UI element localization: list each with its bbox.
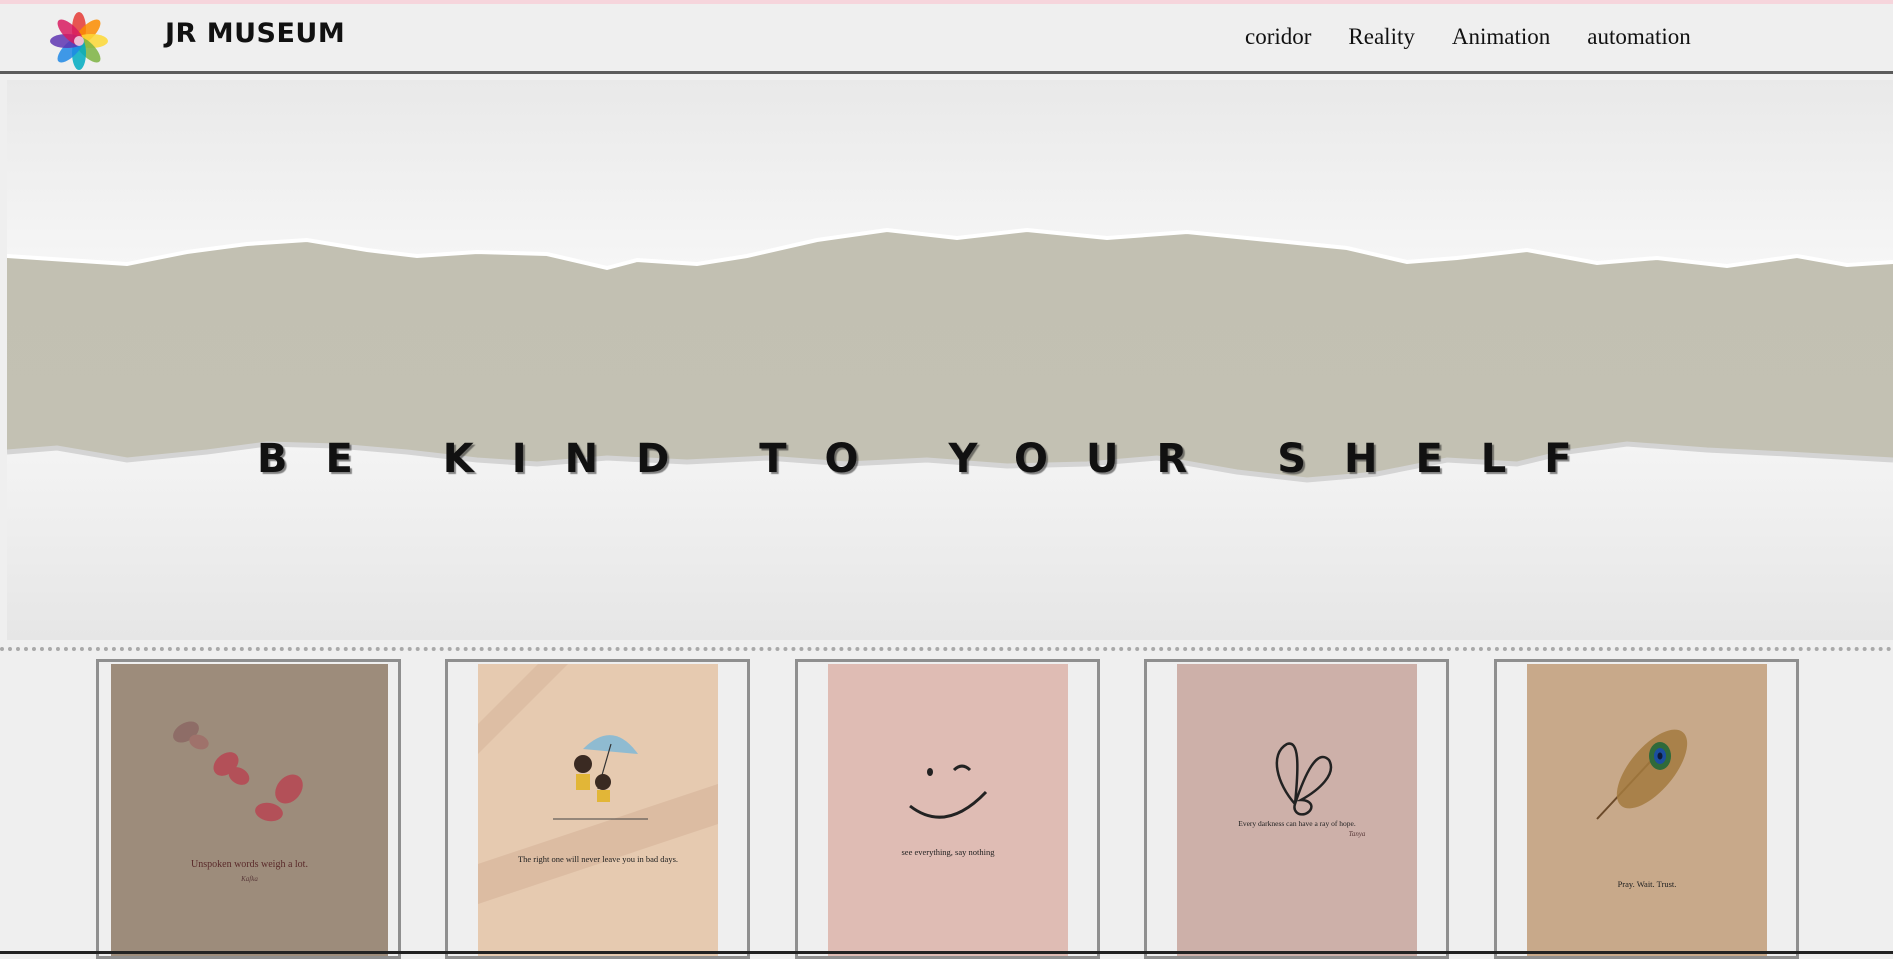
card-signature: Kafka [241,875,258,883]
card-caption: The right one will never leave you in ba… [517,854,679,864]
card-artwork-peacock-feather: Pray. Wait. Trust. [1527,664,1767,956]
card-caption: Unspoken words weigh a lot. [191,859,308,870]
card-artwork-umbrella: The right one will never leave you in ba… [478,664,718,956]
main-nav: coridor Reality Animation automation [1245,24,1691,50]
site-brand[interactable]: JR MUSEUM [165,18,345,49]
nav-link-reality[interactable]: Reality [1348,24,1414,50]
peacock-feather-icon [1596,729,1688,820]
nav-link-automation[interactable]: automation [1587,24,1690,50]
butterflies-icon [173,721,303,822]
gallery-card[interactable]: Pray. Wait. Trust. [1494,659,1799,959]
card-artwork-smiley: see everything, say nothing [828,664,1068,956]
gallery-card[interactable]: Every darkness can have a ray of hope. T… [1144,659,1449,959]
wink-smiley-icon [909,764,988,819]
gallery-card[interactable]: The right one will never leave you in ba… [445,659,750,959]
nav-link-coridor[interactable]: coridor [1245,24,1311,50]
dotted-divider [0,647,1893,651]
hero-title: BE KIND TO YOUR SHELF [257,436,1610,482]
site-header: JR MUSEUM coridor Reality Animation auto… [0,4,1893,74]
torn-paper-image [7,80,1893,640]
card-signature: Tanya [1348,830,1366,838]
card-caption: Every darkness can have a ray of hope. [1238,819,1356,828]
butterfly-outline-icon [1275,742,1333,816]
card-caption: see everything, say nothing [901,847,995,857]
flower-logo-icon[interactable] [48,10,110,72]
nav-link-animation[interactable]: Animation [1452,24,1550,50]
umbrella-kids-icon [478,664,718,904]
card-artwork-butterfly: Every darkness can have a ray of hope. T… [1177,664,1417,956]
card-caption: Pray. Wait. Trust. [1617,879,1677,889]
card-artwork-butterflies: Unspoken words weigh a lot. Kafka [111,664,388,956]
gallery-card[interactable]: see everything, say nothing [795,659,1100,959]
gallery-card[interactable]: Unspoken words weigh a lot. Kafka [96,659,401,959]
hero-banner: BE KIND TO YOUR SHELF [7,80,1893,640]
